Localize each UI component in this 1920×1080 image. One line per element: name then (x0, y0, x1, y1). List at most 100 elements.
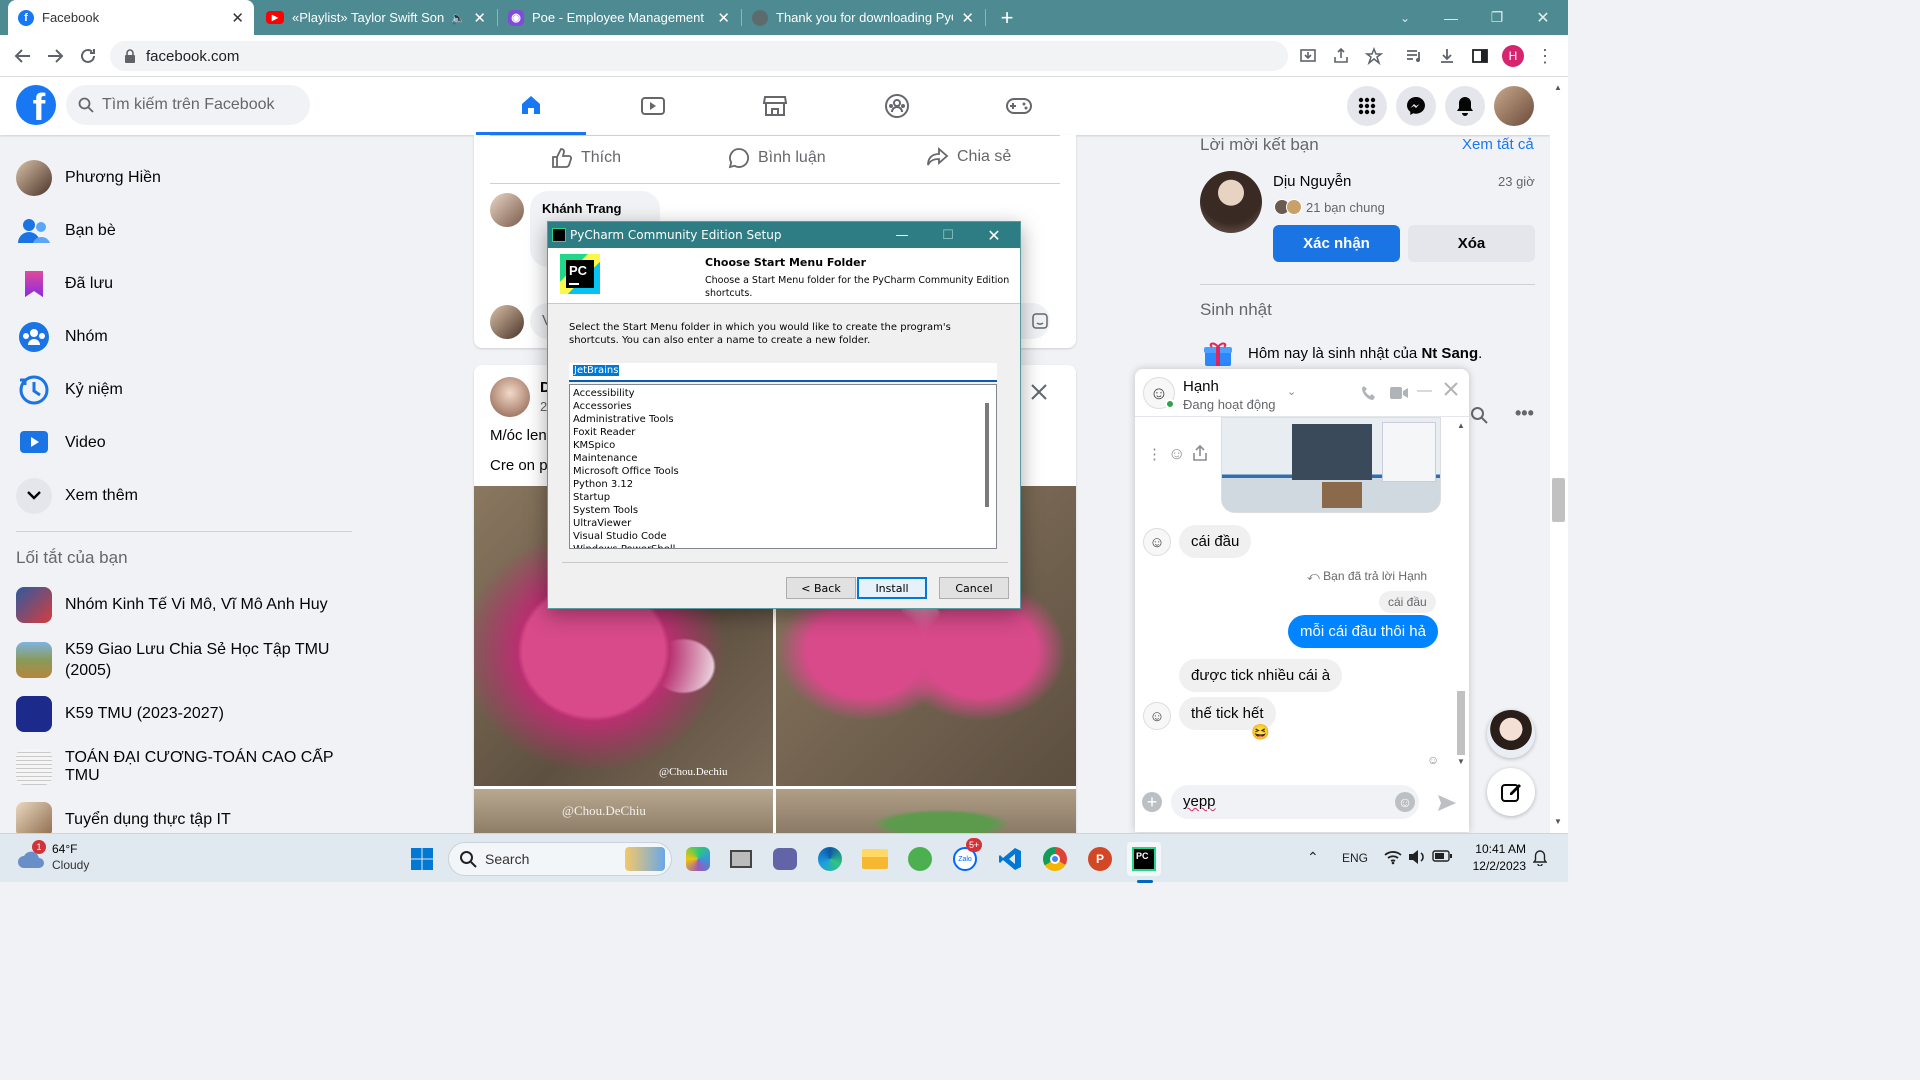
chat-head-avatar[interactable] (1487, 710, 1535, 758)
browser-menu-icon[interactable]: ⋮ (1530, 41, 1560, 71)
folder-list-item[interactable]: Accessibility (573, 387, 996, 400)
folder-list-item[interactable]: Accessories (573, 400, 996, 413)
bookmark-star-icon[interactable] (1359, 41, 1389, 71)
side-panel-icon[interactable] (1465, 41, 1495, 71)
react-emoji-icon[interactable]: ☺ (1168, 444, 1185, 464)
share-icon[interactable] (1326, 41, 1356, 71)
chevron-down-icon[interactable]: ⌄ (1287, 385, 1296, 398)
forward-button[interactable] (40, 41, 70, 71)
friend-request-name[interactable]: Dịu Nguyễn (1273, 173, 1351, 190)
install-button[interactable]: Install (857, 577, 927, 599)
chat-message-input[interactable]: yepp (1171, 785, 1419, 819)
volume-icon[interactable] (1408, 849, 1426, 865)
sidebar-item-video[interactable]: Video (16, 421, 106, 465)
close-tab-icon[interactable]: ✕ (961, 9, 974, 27)
chat-contact-name[interactable]: Hạnh (1183, 378, 1219, 395)
delete-request-button[interactable]: Xóa (1408, 225, 1535, 262)
laugh-reaction-icon[interactable]: 😆 (1251, 723, 1270, 741)
send-icon[interactable] (1437, 794, 1457, 812)
close-tab-icon[interactable]: ✕ (473, 9, 486, 27)
folder-list-item[interactable]: Foxit Reader (573, 426, 996, 439)
nav-marketplace-tab[interactable] (720, 77, 830, 135)
sidebar-item-friends[interactable]: Bạn bè (16, 209, 116, 253)
show-hidden-icons-chevron-icon[interactable]: ⌃ (1307, 849, 1319, 866)
close-window-button[interactable]: ✕ (1520, 0, 1566, 35)
messenger-button[interactable] (1396, 86, 1436, 126)
profile-avatar[interactable]: H (1498, 41, 1528, 71)
notification-bell-icon[interactable] (1533, 850, 1547, 866)
folder-list-item[interactable]: Startup (573, 491, 996, 504)
folder-list-item[interactable]: Microsoft Office Tools (573, 465, 996, 478)
downloads-icon[interactable] (1432, 41, 1462, 71)
restore-window-button[interactable]: ❐ (1474, 0, 1520, 35)
chrome-app-icon[interactable] (1038, 842, 1072, 876)
shortcut-item[interactable]: K59 TMU (2023-2027) (16, 692, 224, 736)
nav-gaming-tab[interactable] (964, 77, 1074, 135)
teams-chat-icon[interactable] (768, 842, 802, 876)
facebook-search-input[interactable]: Tìm kiếm trên Facebook (66, 85, 310, 125)
install-app-icon[interactable] (1293, 41, 1323, 71)
reload-button[interactable] (73, 41, 103, 71)
installer-minimize-button[interactable]: — (879, 222, 925, 248)
nav-groups-tab[interactable] (842, 77, 952, 135)
page-scrollbar[interactable]: ▲ ▼ (1550, 77, 1568, 833)
scroll-down-arrow-icon[interactable]: ▼ (1457, 757, 1465, 766)
account-avatar[interactable] (1494, 86, 1534, 126)
minimize-chat-icon[interactable]: — (1417, 382, 1432, 399)
message-bubble-sent[interactable]: mỗi cái đầu thôi hả (1288, 615, 1438, 648)
folder-list-item[interactable]: Maintenance (573, 452, 996, 465)
folder-list-item[interactable]: System Tools (573, 504, 996, 517)
tab-jetbrains[interactable]: Thank you for downloading PyC ✕ (742, 0, 984, 35)
start-button[interactable] (405, 842, 439, 876)
menu-grid-button[interactable] (1347, 86, 1387, 126)
shared-image-message[interactable] (1221, 417, 1441, 513)
new-message-button[interactable] (1487, 768, 1535, 816)
scroll-up-arrow-icon[interactable]: ▲ (1457, 421, 1465, 430)
close-tab-icon[interactable]: ✕ (231, 9, 244, 27)
notifications-button[interactable] (1445, 86, 1485, 126)
task-view-icon[interactable] (724, 842, 758, 876)
copilot-app-icon[interactable] (681, 842, 715, 876)
friend-request-avatar[interactable] (1200, 171, 1262, 233)
input-language[interactable]: ENG (1342, 851, 1368, 865)
facebook-logo-icon[interactable]: f (16, 85, 56, 125)
weather-widget[interactable]: 1 64°F Cloudy (12, 840, 192, 876)
pycharm-setup-taskbar-icon[interactable]: PC (1127, 842, 1161, 876)
wifi-icon[interactable] (1384, 849, 1402, 865)
sidebar-item-memories[interactable]: Kỷ niệm (16, 368, 123, 412)
commenter-avatar[interactable] (490, 193, 524, 227)
birthday-name[interactable]: Nt Sang (1421, 345, 1478, 362)
sidebar-item-saved[interactable]: Đã lưu (16, 262, 113, 306)
close-post-icon[interactable] (1030, 383, 1048, 401)
nav-watch-tab[interactable] (598, 77, 708, 135)
chat-scrollbar[interactable]: ▲ ▼ (1455, 421, 1467, 771)
shortcut-item[interactable]: Nhóm Kinh Tế Vi Mô, Vĩ Mô Anh Huy (16, 583, 328, 627)
clock-time[interactable]: 10:41 AM (1470, 842, 1526, 856)
confirm-request-button[interactable]: Xác nhận (1273, 225, 1400, 262)
phone-call-icon[interactable] (1361, 385, 1377, 401)
contacts-options-icon[interactable]: ••• (1515, 403, 1534, 424)
back-button[interactable]: < Back (786, 577, 856, 599)
close-chat-icon[interactable] (1443, 381, 1459, 397)
quoted-message[interactable]: cái đầu (1379, 591, 1436, 613)
close-tab-icon[interactable]: ✕ (717, 9, 730, 27)
post-photo[interactable]: @Chou.DeChiu (474, 789, 773, 833)
like-button[interactable]: Thích (551, 147, 621, 169)
new-tab-button[interactable]: + (990, 0, 1024, 35)
chat-scrollbar-thumb[interactable] (1457, 691, 1465, 755)
back-button[interactable] (8, 41, 38, 71)
speaker-icon[interactable]: 🔈 (450, 11, 465, 25)
scroll-down-arrow-icon[interactable]: ▼ (1554, 817, 1562, 826)
folder-list-item[interactable]: UltraViewer (573, 517, 996, 530)
video-call-icon[interactable] (1389, 386, 1409, 400)
start-menu-folder-list[interactable]: Accessibility Accessories Administrative T… (569, 384, 997, 549)
post-author-avatar[interactable] (490, 377, 530, 417)
folder-list-item[interactable]: Windows PowerShell (573, 543, 996, 548)
clock-date[interactable]: 12/2/2023 (1468, 859, 1526, 873)
media-control-icon[interactable] (1399, 41, 1429, 71)
contacts-search-icon[interactable] (1470, 406, 1488, 424)
tab-poe[interactable]: ◉ Poe - Employee Management ✕ (498, 0, 740, 35)
folder-list-item[interactable]: KMSpico (573, 439, 996, 452)
cancel-button[interactable]: Cancel (939, 577, 1009, 599)
installer-close-button[interactable]: ✕ (971, 222, 1017, 248)
